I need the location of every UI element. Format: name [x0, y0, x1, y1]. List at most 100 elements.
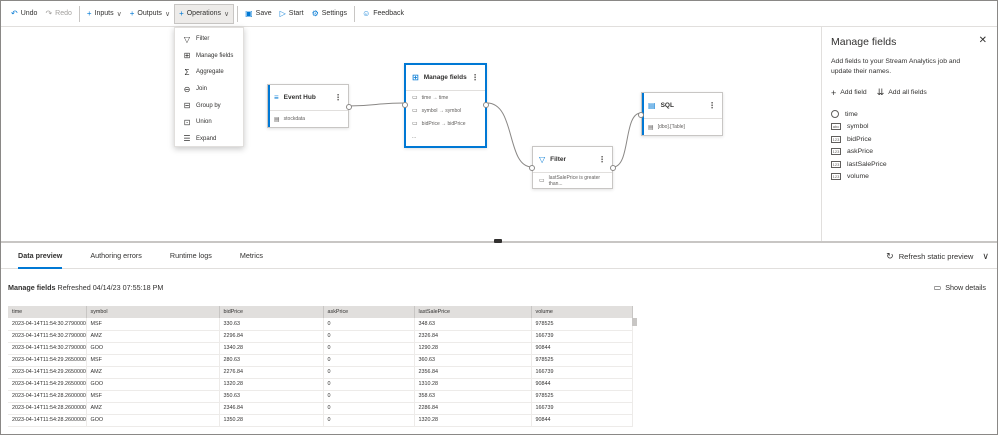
field-icon: ▭: [539, 178, 545, 184]
refresh-static-preview-button[interactable]: ↻ Refresh static preview ∨: [886, 243, 989, 269]
panel-description: Add fields to your Stream Analytics job …: [831, 58, 961, 75]
node-sql[interactable]: ▤ SQL ⋮ ▤ [dbo].[Table]: [638, 92, 723, 136]
menu-item-union[interactable]: ⊡ Union: [175, 114, 243, 131]
column-header[interactable]: askPrice: [323, 306, 415, 318]
menu-item-filter[interactable]: ▽ Filter: [175, 31, 243, 48]
play-icon: ▷: [279, 9, 286, 18]
inputs-button[interactable]: + Inputs ∨: [83, 4, 126, 24]
table-cell: 2356.84: [414, 366, 532, 379]
table-row[interactable]: 2023-04-14T11:54:28.2600000Z AMZ 2346.84 0 2…: [8, 402, 633, 415]
table-cell: 358.63: [414, 390, 532, 403]
panel-title: Manage fields: [831, 36, 897, 48]
field-item[interactable]: 123 bidPrice: [831, 133, 988, 146]
field-name: symbol: [847, 123, 869, 131]
table-row[interactable]: 2023-04-14T11:54:30.2790000Z GOO 1340.28 0 1…: [8, 342, 633, 355]
redo-button[interactable]: ↷ Redo: [41, 4, 75, 24]
settings-button[interactable]: ⚙ Settings: [308, 4, 351, 24]
add-all-label: Add all fields: [888, 89, 927, 96]
table-row[interactable]: 2023-04-14T11:54:29.2650000Z GOO 1320.28 0 1…: [8, 378, 633, 391]
number-icon: 123: [831, 160, 841, 168]
chevron-down-icon: ∨: [116, 10, 122, 18]
connector-managefields-filter: [486, 102, 533, 168]
diagram-canvas[interactable]: ≡ Event Hub ⋮ ▤ stockdata ⊞ Manage fields ⋮ ▭…: [1, 27, 821, 241]
undo-icon: ↶: [11, 9, 18, 18]
node-event-hub[interactable]: ≡ Event Hub ⋮ ▤ stockdata: [267, 84, 352, 128]
manage-fields-icon: ⊞: [183, 51, 191, 61]
table-header-row: time symbol bidPrice askPrice lastSalePr…: [8, 306, 633, 318]
table-cell: 2296.84: [219, 330, 324, 343]
node-accent: [268, 85, 270, 127]
more-icon[interactable]: ⋮: [598, 155, 606, 164]
chevron-down-icon[interactable]: ∨: [982, 251, 989, 262]
column-header[interactable]: symbol: [86, 306, 220, 318]
chevron-down-icon: ∨: [164, 10, 171, 18]
save-button[interactable]: ▣ Save: [241, 4, 276, 24]
table-cell: 978525: [531, 318, 633, 331]
menu-item-label: Manage fields: [196, 52, 234, 59]
show-details-button[interactable]: ▭ Show details: [934, 283, 986, 292]
column-header[interactable]: lastSalePrice: [414, 306, 532, 318]
field-name: bidPrice: [847, 135, 872, 143]
field-item[interactable]: 123 lastSalePrice: [831, 158, 988, 171]
node-row: ▤ stockdata: [268, 111, 348, 127]
expand-icon: ☰: [183, 134, 191, 144]
outputs-button[interactable]: + Outputs ∨: [126, 4, 174, 24]
menu-item-manage-fields[interactable]: ⊞ Manage fields: [175, 48, 243, 65]
output-port[interactable]: [610, 165, 616, 171]
more-icon[interactable]: ⋮: [471, 73, 479, 82]
table-row[interactable]: 2023-04-14T11:54:30.2790000Z AMZ 2296.84 0 2…: [8, 330, 633, 343]
menu-item-join[interactable]: ⊖ Join: [175, 81, 243, 98]
node-row: ▭ symbol → symbol: [406, 104, 485, 117]
output-port[interactable]: [483, 102, 489, 108]
menu-item-group-by[interactable]: ⊟ Group by: [175, 97, 243, 114]
more-icon[interactable]: ⋮: [708, 101, 716, 110]
input-port[interactable]: [529, 165, 535, 171]
connector-eventhub-managefields: [347, 102, 405, 107]
table-cell: 350.63: [219, 390, 324, 403]
start-button[interactable]: ▷ Start: [276, 4, 308, 24]
table-cell: 2023-04-14T11:54:30.2790000Z: [8, 330, 87, 343]
table-row[interactable]: 2023-04-14T11:54:28.2600000Z GOO 1350.28 0 1…: [8, 414, 633, 427]
node-filter[interactable]: ▽ Filter ⋮ ▭ lastSalePrice is greater than.…: [529, 146, 616, 189]
tab-data-preview[interactable]: Data preview: [18, 243, 63, 269]
node-header: ▽ Filter ⋮: [533, 147, 612, 173]
input-port[interactable]: [638, 112, 644, 118]
start-label: Start: [288, 10, 304, 17]
tab-runtime-logs[interactable]: Runtime logs: [170, 243, 212, 269]
field-item[interactable]: 123 volume: [831, 171, 988, 184]
table-row[interactable]: 2023-04-14T11:54:29.2650000Z MSF 280.63 0 36…: [8, 354, 633, 367]
table-row[interactable]: 2023-04-14T11:54:29.2650000Z AMZ 2276.84 0 2…: [8, 366, 633, 379]
table-scrollbar[interactable]: [632, 318, 637, 326]
input-port[interactable]: [402, 102, 408, 108]
field-item[interactable]: time: [831, 108, 988, 121]
close-icon[interactable]: ✕: [979, 35, 987, 46]
table-cell: 0: [323, 366, 415, 379]
plus-icon: +: [179, 9, 184, 18]
table-cell: 2023-04-14T11:54:29.2650000Z: [8, 354, 87, 367]
node-manage-fields[interactable]: ⊞ Manage fields ⋮ ▭ time → time ▭ symbol → s…: [402, 63, 489, 148]
add-all-fields-button[interactable]: ⇊ Add all fields: [877, 87, 927, 98]
tab-authoring-errors[interactable]: Authoring errors: [90, 243, 142, 269]
table-cell: 2326.84: [414, 330, 532, 343]
connector-filter-sql: [612, 112, 642, 168]
output-port[interactable]: [346, 104, 352, 110]
more-icon[interactable]: ⋮: [334, 93, 342, 102]
node-header: ▤ SQL ⋮: [642, 93, 722, 119]
menu-item-aggregate[interactable]: Σ Aggregate: [175, 64, 243, 81]
menu-item-expand[interactable]: ☰ Expand: [175, 131, 243, 148]
table-cell: 0: [323, 318, 415, 331]
undo-button[interactable]: ↶ Undo: [7, 4, 41, 24]
column-header[interactable]: volume: [531, 306, 633, 318]
field-item[interactable]: abc symbol: [831, 121, 988, 134]
table-row[interactable]: 2023-04-14T11:54:30.2790000Z MSF 330.63 0 34…: [8, 318, 633, 331]
feedback-button[interactable]: ☺ Feedback: [358, 4, 408, 24]
column-header[interactable]: time: [8, 306, 87, 318]
tab-metrics[interactable]: Metrics: [240, 243, 263, 269]
column-header[interactable]: bidPrice: [219, 306, 324, 318]
node-row-label: [dbo].[Table]: [657, 124, 685, 130]
field-item[interactable]: 123 askPrice: [831, 146, 988, 159]
operations-button[interactable]: + Operations ∨: [174, 3, 235, 24]
field-icon: ▭: [412, 121, 418, 127]
table-row[interactable]: 2023-04-14T11:54:28.2600000Z MSF 350.63 0 35…: [8, 390, 633, 403]
add-field-button[interactable]: + Add field: [831, 87, 867, 98]
